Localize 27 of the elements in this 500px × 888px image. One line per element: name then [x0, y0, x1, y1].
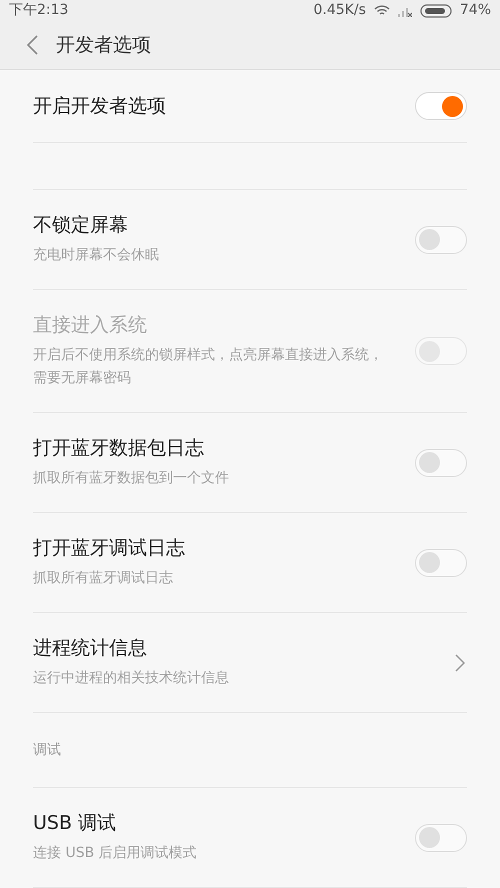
setting-title: USB 调试 [33, 811, 118, 836]
status-time: 下午2:13 [9, 1, 68, 20]
section-header: 调试 [33, 740, 61, 760]
setting-title: 开启开发者选项 [33, 94, 167, 119]
toggle-switch[interactable] [415, 824, 467, 852]
setting-title: 直接进入系统 [33, 313, 148, 338]
page-title: 开发者选项 [56, 33, 151, 58]
battery-icon [420, 4, 452, 18]
back-icon [26, 35, 38, 56]
battery-level: 74% [460, 1, 491, 20]
setting-title: 进程统计信息 [33, 636, 148, 661]
setting-description: 连接 USB 后启用调试模式 [33, 844, 198, 863]
chevron-right-icon [455, 654, 465, 672]
setting-title: 打开蓝牙数据包日志 [33, 436, 205, 461]
toggle-switch[interactable] [415, 548, 467, 576]
toggle-switch[interactable] [415, 448, 467, 476]
setting-description: 抓取所有蓝牙数据包到一个文件 [33, 469, 230, 488]
network-speed: 0.45K/s [314, 1, 366, 20]
toggle-switch[interactable] [415, 92, 467, 120]
setting-description: 开启后不使用系统的锁屏样式，点亮屏幕直接进入系统，需要无屏幕密码 [33, 346, 384, 388]
setting-description: 抓取所有蓝牙调试日志 [33, 569, 174, 588]
wifi-icon [374, 4, 390, 17]
setting-description: 运行中进程的相关技术统计信息 [33, 669, 230, 688]
toggle-switch[interactable] [415, 226, 467, 254]
setting-title: 不锁定屏幕 [33, 213, 129, 238]
setting-title: 打开蓝牙调试日志 [33, 536, 186, 561]
setting-description: 充电时屏幕不会休眠 [33, 246, 160, 265]
